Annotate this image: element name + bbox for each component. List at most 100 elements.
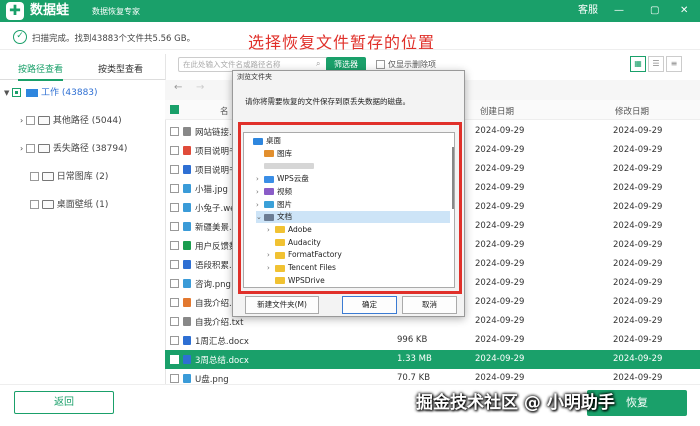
app-subtitle: 数据恢复专家	[92, 7, 140, 16]
row-size: 1.33 MB	[397, 354, 432, 364]
back-button[interactable]: 返回	[14, 391, 114, 414]
row-checkbox[interactable]	[170, 374, 179, 383]
row-modified: 2024-09-29	[613, 354, 663, 364]
column-header-modified[interactable]: 修改日期	[615, 105, 649, 117]
row-size: 996 KB	[397, 335, 428, 345]
row-checkbox[interactable]	[170, 317, 179, 326]
sidebar-item-label: 桌面壁纸 (1)	[56, 200, 109, 210]
column-header-created[interactable]: 创建日期	[480, 105, 514, 117]
drive-icon	[26, 88, 39, 97]
row-checkbox[interactable]	[170, 184, 179, 193]
dialog-message: 请你将需要恢复的文件保存到原丢失数据的磁盘。	[245, 97, 410, 106]
annotation-headline: 选择恢复文件暂存的位置	[248, 33, 436, 52]
row-created: 2024-09-29	[475, 183, 525, 193]
tab-by-type[interactable]: 按类型查看	[98, 62, 143, 75]
folder-icon	[37, 144, 50, 153]
row-checkbox[interactable]	[170, 298, 179, 307]
ok-button[interactable]: 确定	[342, 296, 397, 314]
row-created: 2024-09-29	[475, 335, 525, 345]
grid-view-icon[interactable]: ▦	[630, 56, 646, 72]
back-arrow-icon[interactable]: ←	[174, 82, 182, 93]
sidebar-root[interactable]: ▼ 工作 (43883)	[4, 86, 98, 100]
maximize-icon[interactable]: ▢	[650, 4, 659, 18]
only-deleted-label: 仅显示删除项	[388, 60, 436, 69]
only-deleted-checkbox[interactable]	[376, 60, 385, 70]
file-img-icon	[183, 279, 191, 288]
row-checkbox[interactable]	[170, 260, 179, 269]
column-header-name[interactable]: 名	[220, 105, 229, 117]
row-checkbox[interactable]	[170, 165, 179, 174]
sidebar-item-daily-gallery[interactable]: 日常图库 (2)	[30, 170, 108, 184]
watermark-text: 掘金技术社区 @ 小明助手	[416, 393, 615, 413]
row-name: 语段积累.d	[195, 261, 238, 271]
close-icon[interactable]: ✕	[680, 4, 688, 18]
sidebar-item-label: 日常图库 (2)	[56, 172, 109, 182]
minimize-icon[interactable]: —	[614, 4, 624, 18]
app-brand: 数据蛙	[30, 3, 70, 18]
sidebar-item-lost-path[interactable]: › 丢失路径 (38794)	[20, 142, 127, 156]
row-checkbox[interactable]	[170, 146, 179, 155]
row-checkbox[interactable]	[170, 203, 179, 212]
folder-icon	[41, 200, 54, 209]
row-modified: 2024-09-29	[613, 202, 663, 212]
file-xls-icon	[183, 241, 191, 250]
chevron-right-icon: ›	[20, 116, 24, 125]
file-txt-icon	[183, 127, 191, 136]
row-checkbox[interactable]	[170, 355, 179, 364]
file-img-icon	[183, 374, 191, 383]
table-row[interactable]: 3周总结.docx 1.33 MB 2024-09-29 2024-09-29	[165, 350, 700, 369]
sidebar-root-label: 工作 (43883)	[41, 88, 98, 98]
chevron-right-icon: ›	[20, 144, 24, 153]
row-created: 2024-09-29	[475, 145, 525, 155]
row-created: 2024-09-29	[475, 164, 525, 174]
file-pdf-icon	[183, 146, 191, 155]
item-checkbox[interactable]	[30, 172, 39, 181]
folder-icon	[37, 116, 50, 125]
row-modified: 2024-09-29	[613, 278, 663, 288]
new-folder-button[interactable]: 新建文件夹(M)	[245, 296, 319, 314]
highlight-frame	[238, 122, 462, 294]
row-created: 2024-09-29	[475, 259, 525, 269]
app-logo-icon: ✚	[6, 2, 24, 20]
item-checkbox[interactable]	[26, 116, 36, 125]
search-icon[interactable]: ⌕	[316, 59, 320, 69]
row-modified: 2024-09-29	[613, 335, 663, 345]
file-doc-icon	[183, 355, 191, 364]
folder-icon	[41, 172, 54, 181]
check-circle-icon: ✓	[13, 30, 27, 44]
row-created: 2024-09-29	[475, 297, 525, 307]
row-modified: 2024-09-29	[613, 316, 663, 326]
table-row[interactable]: 1周汇总.docx 996 KB 2024-09-29 2024-09-29	[165, 331, 700, 350]
row-checkbox[interactable]	[170, 279, 179, 288]
row-checkbox[interactable]	[170, 222, 179, 231]
file-img-icon	[183, 203, 191, 212]
row-name: 小猫.jpg	[195, 185, 228, 195]
detail-view-icon[interactable]: ≡	[666, 56, 682, 72]
file-doc-icon	[183, 165, 191, 174]
scan-status-text: 扫描完成。找到43883个文件共5.56 GB。	[32, 34, 196, 44]
cancel-button[interactable]: 取消	[402, 296, 457, 314]
row-modified: 2024-09-29	[613, 221, 663, 231]
row-checkbox[interactable]	[170, 336, 179, 345]
row-modified: 2024-09-29	[613, 373, 663, 383]
file-txt-icon	[183, 317, 191, 326]
list-view-icon[interactable]: ☰	[648, 56, 664, 72]
row-name: 网站链接.t	[195, 128, 236, 138]
select-all-checkbox[interactable]	[170, 105, 179, 115]
sidebar-item-wallpaper[interactable]: 桌面壁纸 (1)	[30, 198, 108, 212]
sidebar-item-other-path[interactable]: › 其他路径 (5044)	[20, 114, 122, 128]
item-checkbox[interactable]	[26, 144, 36, 153]
root-checkbox[interactable]	[12, 88, 22, 97]
row-checkbox[interactable]	[170, 241, 179, 250]
forward-arrow-icon[interactable]: →	[196, 82, 204, 93]
row-modified: 2024-09-29	[613, 183, 663, 193]
row-modified: 2024-09-29	[613, 164, 663, 174]
row-modified: 2024-09-29	[613, 240, 663, 250]
row-created: 2024-09-29	[475, 202, 525, 212]
service-menu[interactable]: 客服	[578, 4, 598, 18]
item-checkbox[interactable]	[30, 200, 39, 209]
row-modified: 2024-09-29	[613, 297, 663, 307]
row-checkbox[interactable]	[170, 127, 179, 136]
row-created: 2024-09-29	[475, 126, 525, 136]
tab-by-path[interactable]: 按路径查看	[18, 62, 64, 81]
